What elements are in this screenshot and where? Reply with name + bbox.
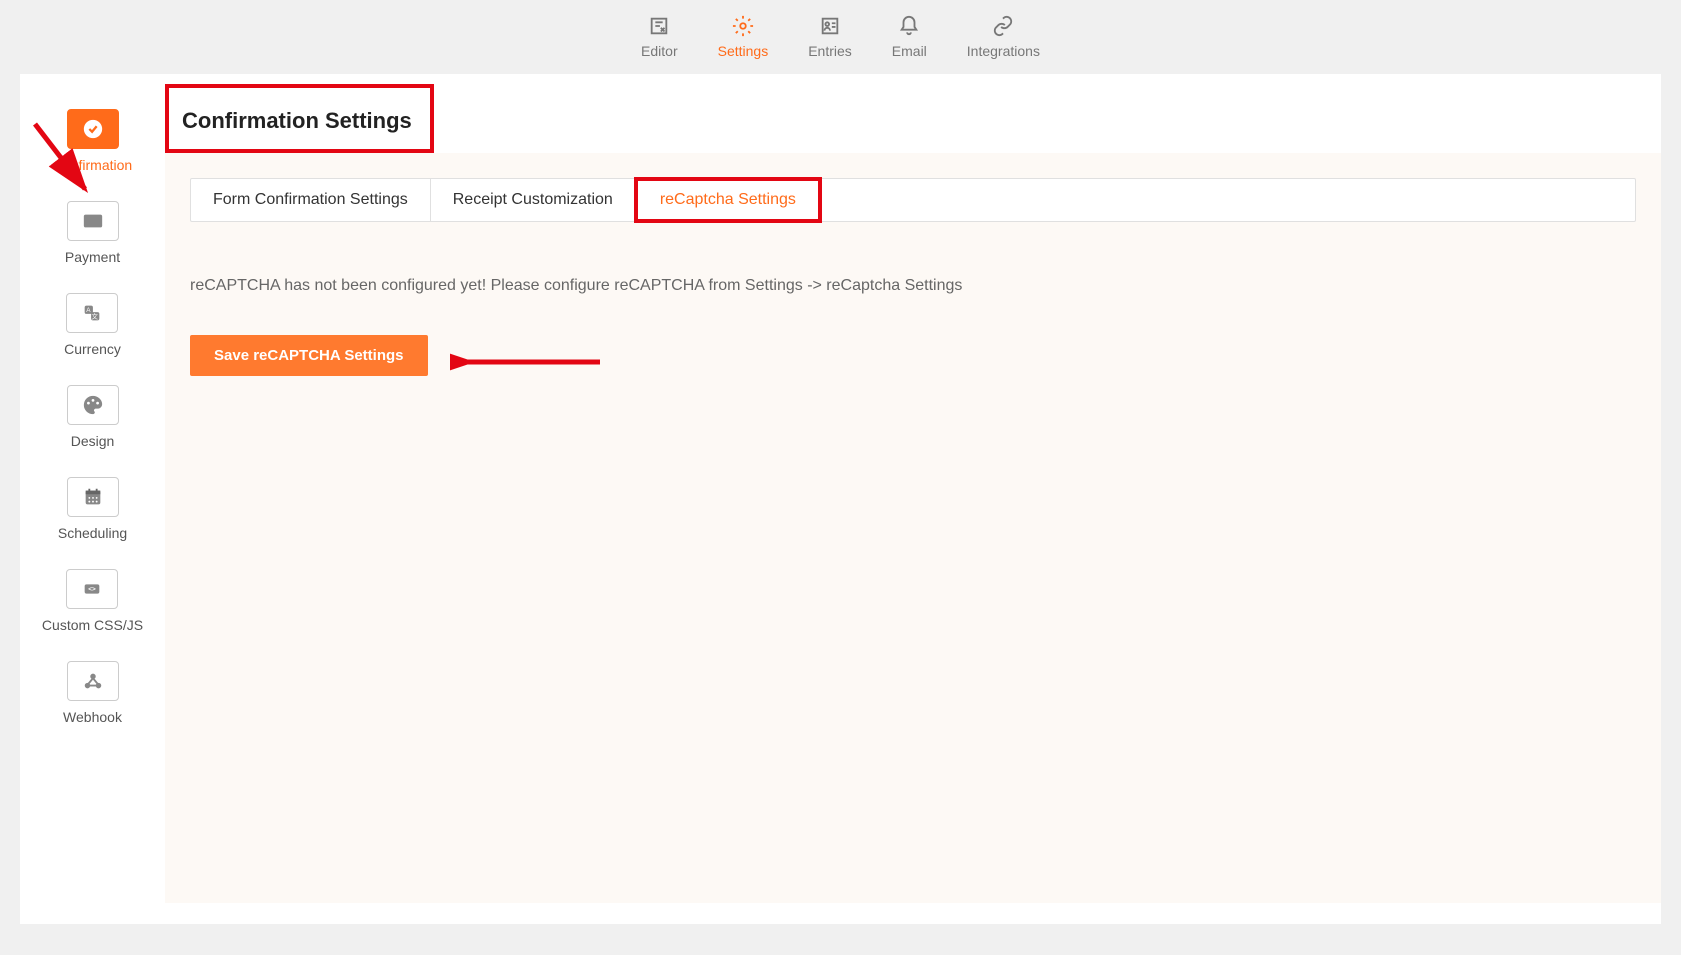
svg-text:<>: <> [89, 586, 97, 593]
sidebar-payment[interactable]: Payment [65, 201, 120, 265]
palette-icon [67, 385, 119, 425]
page-heading-highlight: Confirmation Settings [165, 84, 434, 153]
main-content: Confirmation Settings Form Confirmation … [165, 74, 1661, 924]
nav-entries[interactable]: Entries [808, 15, 852, 59]
currency-icon: A文 [66, 293, 118, 333]
sidebar-webhook[interactable]: Webhook [63, 661, 122, 725]
annotation-arrow-icon [450, 352, 610, 372]
nav-settings[interactable]: Settings [718, 15, 769, 59]
link-icon [992, 15, 1014, 37]
webhook-icon [67, 661, 119, 701]
save-recaptcha-button[interactable]: Save reCAPTCHA Settings [190, 335, 428, 376]
recaptcha-notice: reCAPTCHA has not been configured yet! P… [190, 277, 1636, 295]
top-nav: Editor Settings Entries Email Integratio… [0, 0, 1681, 74]
entries-icon [819, 15, 841, 37]
nav-email[interactable]: Email [892, 15, 927, 59]
tab-receipt[interactable]: Receipt Customization [430, 179, 635, 221]
svg-text:A: A [87, 307, 92, 314]
annotation-arrow-icon [30, 119, 100, 209]
settings-tabs: Form Confirmation Settings Receipt Custo… [190, 178, 1636, 222]
bell-icon [898, 15, 920, 37]
gear-icon [732, 15, 754, 37]
sidebar-design[interactable]: Design [67, 385, 119, 449]
tab-recaptcha[interactable]: reCaptcha Settings [634, 177, 822, 223]
page-title: Confirmation Settings [164, 88, 430, 149]
calendar-icon [67, 477, 119, 517]
sidebar-customcss[interactable]: <> Custom CSS/JS [42, 569, 143, 633]
svg-text:文: 文 [92, 312, 99, 321]
nav-integrations[interactable]: Integrations [967, 15, 1040, 59]
code-icon: <> [66, 569, 118, 609]
settings-panel: Form Confirmation Settings Receipt Custo… [165, 153, 1661, 903]
editor-icon [648, 15, 670, 37]
sidebar-scheduling[interactable]: Scheduling [58, 477, 127, 541]
tab-form-confirmation[interactable]: Form Confirmation Settings [191, 179, 430, 221]
sidebar-currency[interactable]: A文 Currency [64, 293, 121, 357]
nav-editor[interactable]: Editor [641, 15, 678, 59]
